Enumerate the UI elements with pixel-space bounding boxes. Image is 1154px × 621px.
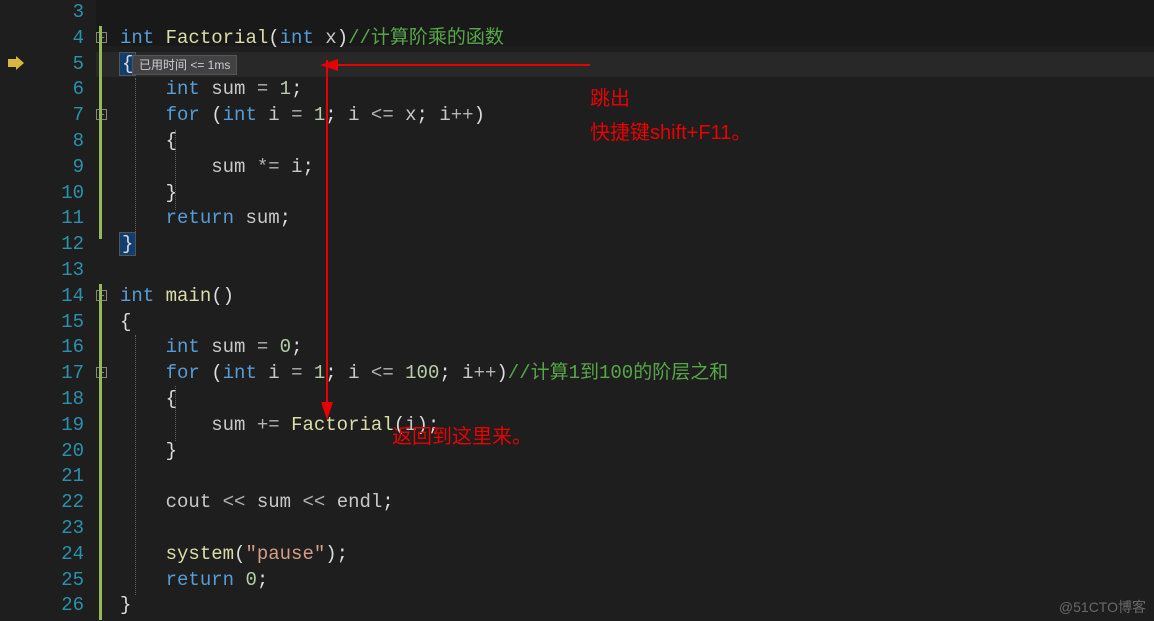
line-number: 23 [0,516,84,542]
line-number: 24 [0,542,84,568]
execution-pointer-icon [8,56,24,72]
code-line: int sum = 0; [120,335,1154,361]
line-number-gutter: 3 4 5 6 7 8 9 10 11 12 13 14 15 16 17 18… [0,0,96,621]
line-number: 10 [0,181,84,207]
code-line [120,464,1154,490]
code-line: system("pause"); [120,542,1154,568]
code-line: } [120,593,1154,619]
line-number: 13 [0,258,84,284]
code-line: int main() [120,284,1154,310]
code-line: for (int i = 1; i <= 100; i++)//计算1到100的… [120,361,1154,387]
line-number: 14 [0,284,84,310]
line-number: 12 [0,232,84,258]
code-line: sum *= i; [120,155,1154,181]
code-line [120,516,1154,542]
line-number: 26 [0,593,84,619]
code-line: return sum; [120,206,1154,232]
line-number: 15 [0,310,84,336]
code-line: return 0; [120,568,1154,594]
line-number: 20 [0,439,84,465]
line-number: 3 [0,0,84,26]
code-line: { [120,387,1154,413]
line-number: 21 [0,464,84,490]
line-number: 7 [0,103,84,129]
code-line [120,0,1154,26]
code-line: } [120,439,1154,465]
annotation-text: 快捷键shift+F11。 [590,116,751,145]
code-line: cout << sum << endl; [120,490,1154,516]
code-line: int Factorial(int x)//计算阶乘的函数 [120,26,1154,52]
annotation-text: 返回到这里来。 [392,420,532,449]
annotation-text: 跳出 [590,82,630,111]
line-number: 17 [0,361,84,387]
line-number: 18 [0,387,84,413]
line-number: 19 [0,413,84,439]
change-indicator [99,26,102,239]
code-line: sum += Factorial(i); [120,413,1154,439]
timing-tooltip: 已用时间 <= 1ms [132,55,237,75]
code-line: int sum = 1; [120,77,1154,103]
line-number: 11 [0,206,84,232]
line-number: 6 [0,77,84,103]
line-number: 25 [0,568,84,594]
line-number: 8 [0,129,84,155]
change-indicator [99,284,102,620]
watermark-text: @51CTO博客 [1059,597,1146,617]
line-number: 16 [0,335,84,361]
line-number: 9 [0,155,84,181]
code-line [120,258,1154,284]
code-editor[interactable]: 3 4 5 6 7 8 9 10 11 12 13 14 15 16 17 18… [0,0,1154,621]
code-line: } [120,181,1154,207]
code-line: } [120,232,1154,258]
code-line: { [120,52,1154,78]
code-area[interactable]: int Factorial(int x)//计算阶乘的函数 { int sum … [120,0,1154,619]
line-number: 4 [0,26,84,52]
line-number: 22 [0,490,84,516]
code-line: { [120,310,1154,336]
